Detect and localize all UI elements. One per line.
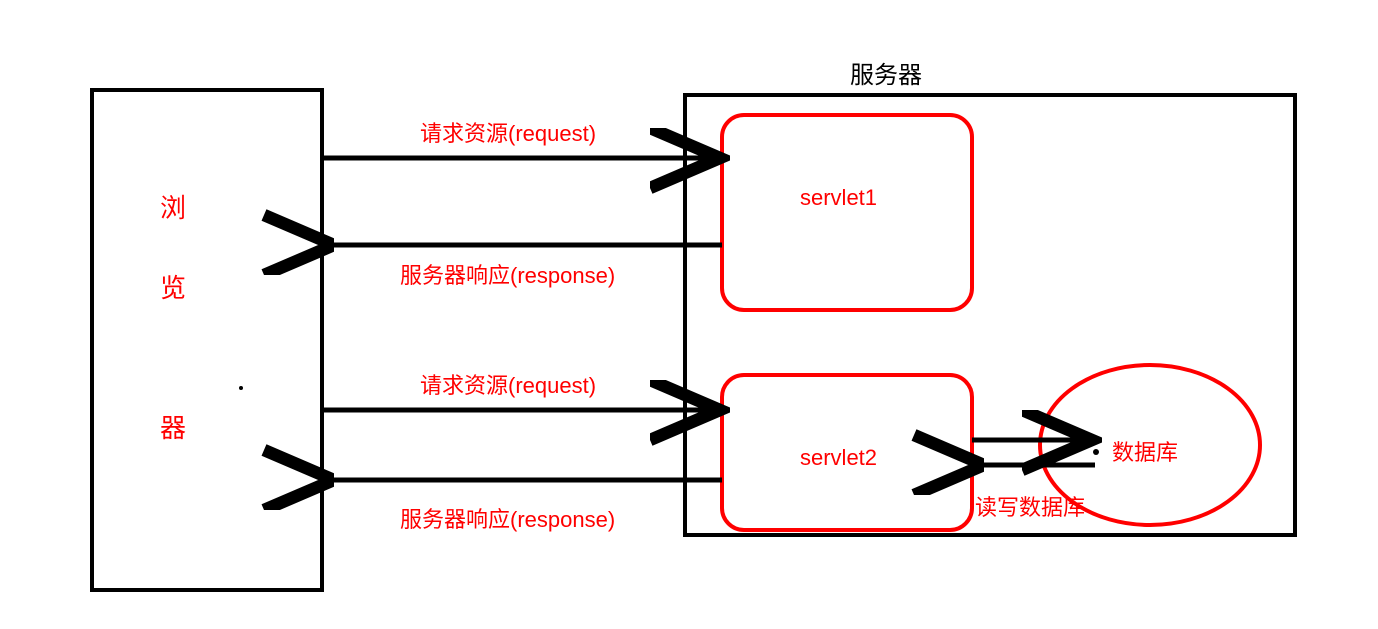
diagram-canvas [0,0,1378,629]
db-rw-label: 读写数据库 [975,490,1085,522]
request-label-1: 请求资源(request) [420,116,596,148]
browser-char-2: 览 [160,275,186,301]
database-label: 数据库 [1112,435,1178,467]
server-box [685,95,1295,535]
servlet2-label: servlet2 [800,445,877,471]
request-label-2: 请求资源(request) [420,368,596,400]
browser-char-1: 浏 [160,195,186,221]
response-label-2: 服务器响应(response) [400,502,615,534]
servlet1-box [722,115,972,310]
browser-char-3: 器 [160,415,186,441]
browser-box [92,90,322,590]
stray-dot [239,386,243,390]
dot [1093,449,1099,455]
server-title: 服务器 [850,55,922,90]
servlet1-label: servlet1 [800,185,877,211]
response-label-1: 服务器响应(response) [400,258,615,290]
